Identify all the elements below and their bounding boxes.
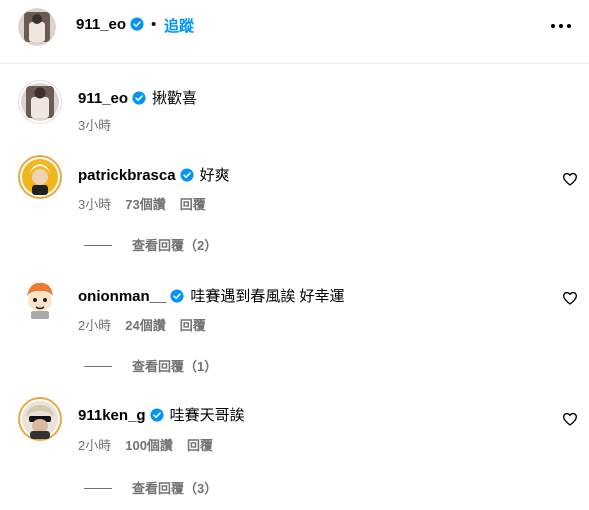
comment-username[interactable]: 911ken_g [78,407,146,424]
view-replies-label[interactable]: 查看回覆（2） [132,238,217,253]
more-options-icon[interactable] [550,15,572,35]
verified-badge-icon [170,289,184,303]
comment-text: 好爽 [199,167,230,184]
comment: onionman__ 哇賽遇到春風誒 好幸運 2小時 24個讚 回覆 查看回覆（1） [0,270,589,385]
separator-dot: • [151,16,157,33]
post-header: 911_eo • 追蹤 [0,0,589,64]
reply-button[interactable]: 回覆 [180,318,206,333]
heart-icon[interactable] [562,171,578,187]
caption-text: 揪歡喜 [152,90,198,107]
caption-meta: 3小時 [78,115,125,134]
comment-likes[interactable]: 100個讚 [125,438,173,453]
verified-badge-icon [150,408,164,422]
comment-username[interactable]: patrickbrasca [78,167,176,184]
view-replies-button[interactable]: 查看回覆（3） [84,478,217,497]
comment: 911ken_g 哇賽天哥誒 2小時 100個讚 回覆 查看回覆（3） [0,392,589,507]
view-replies-label[interactable]: 查看回覆（1） [132,359,217,374]
verified-badge-icon [130,17,144,31]
comment-meta: 2小時 100個讚 回覆 [78,435,227,454]
author-username[interactable]: 911_eo [76,16,144,33]
comment-time[interactable]: 3小時 [78,197,111,212]
comment-text: 哇賽遇到春風誒 好幸運 [190,288,345,305]
caption-line: 911_eo 揪歡喜 [78,87,197,108]
comment-avatar[interactable] [18,397,62,441]
comment-line: patrickbrasca 好爽 [78,164,230,185]
caption-avatar[interactable] [18,80,62,124]
reply-button[interactable]: 回覆 [180,197,206,212]
comment-username[interactable]: onionman__ [78,288,166,305]
divider-line [84,488,112,489]
comment-line: 911ken_g 哇賽天哥誒 [78,404,245,425]
comment-likes[interactable]: 73個讚 [125,197,165,212]
comment-meta: 2小時 24個讚 回覆 [78,315,220,334]
verified-badge-icon [180,168,194,182]
author-avatar[interactable] [18,8,56,46]
comment-time[interactable]: 2小時 [78,438,111,453]
comment-text: 哇賽天哥誒 [169,407,245,424]
view-replies-button[interactable]: 查看回覆（2） [84,235,217,254]
comment-avatar[interactable] [18,155,62,199]
follow-button[interactable]: 追蹤 [164,15,194,36]
comment-avatar[interactable] [18,276,62,320]
caption-time[interactable]: 3小時 [78,118,111,133]
heart-icon[interactable] [562,411,578,427]
view-replies-label[interactable]: 查看回覆（3） [132,481,217,496]
comment-line: onionman__ 哇賽遇到春風誒 好幸運 [78,285,345,306]
divider-line [84,366,112,367]
verified-badge-icon [132,91,146,105]
comment: patrickbrasca 好爽 3小時 73個讚 回覆 查看回覆（2） [0,150,589,265]
comment-meta: 3小時 73個讚 回覆 [78,194,220,213]
divider-line [84,245,112,246]
caption: 911_eo 揪歡喜 3小時 [0,64,589,144]
author-username-text[interactable]: 911_eo [76,16,126,33]
comment-time[interactable]: 2小時 [78,318,111,333]
heart-icon[interactable] [562,290,578,306]
reply-button[interactable]: 回覆 [187,438,213,453]
caption-username[interactable]: 911_eo [78,90,128,107]
view-replies-button[interactable]: 查看回覆（1） [84,356,217,375]
comment-likes[interactable]: 24個讚 [125,318,165,333]
